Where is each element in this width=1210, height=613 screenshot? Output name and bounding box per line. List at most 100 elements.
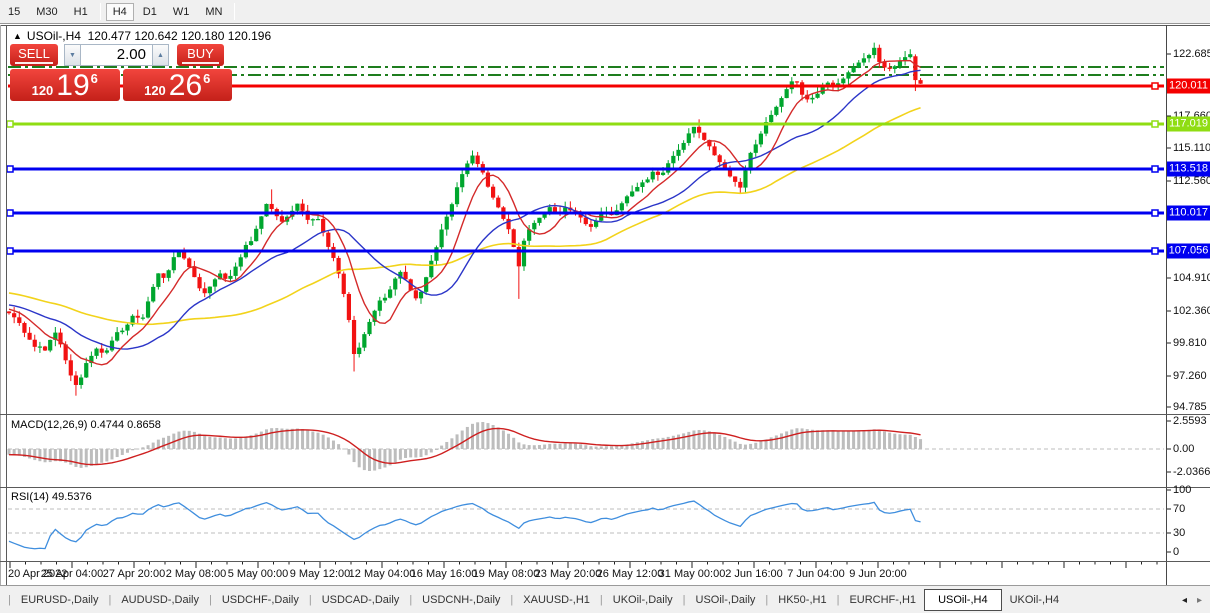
chart-tab-usdcad-daily[interactable]: USDCAD-,Daily	[314, 591, 408, 609]
timeframe-button-h4[interactable]: H4	[106, 3, 134, 21]
tab-divider: |	[407, 594, 414, 606]
volume-input[interactable]: 2.00	[81, 44, 152, 66]
volume-increase-button[interactable]: ▲	[152, 44, 169, 66]
chart-symbol: USOil-,H4	[27, 29, 81, 43]
chart-tab-eurusd-daily[interactable]: EURUSD-,Daily	[13, 591, 107, 609]
rsi-panel-series	[8, 501, 1164, 549]
toolbar-separator	[100, 3, 101, 20]
tab-divider: |	[106, 594, 113, 606]
time-axis-label: 12 May 04:00	[349, 568, 416, 580]
macd-name: MACD(12,26,9)	[11, 419, 87, 431]
sell-price-big: 19	[56, 72, 89, 100]
macd-panel-series	[8, 422, 1165, 471]
buy-button[interactable]: BUY	[177, 44, 224, 66]
timeframe-button-d1[interactable]: D1	[136, 3, 164, 21]
axis-tick-label: 70	[1173, 503, 1185, 515]
tab-divider: |	[598, 594, 605, 606]
axis-tick-label: 0.00	[1173, 443, 1194, 455]
time-axis-label: 2 May 08:00	[166, 568, 227, 580]
time-axis-label: 26 May 12:00	[597, 568, 664, 580]
axis-tick-label: 112.560	[1173, 175, 1210, 187]
axis-tick-label: 94.785	[1173, 401, 1207, 413]
rsi-separator[interactable]	[0, 487, 1210, 488]
chart-tab-usdcnh-daily[interactable]: USDCNH-,Daily	[414, 591, 508, 609]
buy-price-sup: 6	[203, 71, 210, 86]
axis-tick-label: 115.110	[1173, 142, 1210, 154]
axis-tick-label: 97.260	[1173, 370, 1207, 382]
buy-button-label: BUY	[187, 46, 214, 61]
chart-top-border	[0, 25, 1210, 26]
price-line-label: 120.011	[1167, 79, 1210, 94]
timeframe-button-h1[interactable]: H1	[67, 3, 95, 21]
sell-button[interactable]: SELL	[10, 44, 58, 66]
tab-scroll-left-icon[interactable]: ◂	[1182, 595, 1187, 606]
chart-tab-usoil-h4[interactable]: USOil-,H4	[924, 589, 1002, 611]
tab-divider: |	[835, 594, 842, 606]
price-line-label: 113.518	[1167, 162, 1210, 177]
axis-tick-label: 30	[1173, 527, 1185, 539]
axis-tick-label: 0	[1173, 546, 1179, 558]
sell-price-box[interactable]: 120 19 6	[10, 69, 120, 101]
sell-underline	[15, 62, 53, 64]
time-axis-label: 16 May 16:00	[411, 568, 478, 580]
time-axis-label: 2 Jun 16:00	[725, 568, 783, 580]
tab-divider: |	[6, 594, 13, 606]
timeframe-button-15[interactable]: 15	[1, 3, 27, 21]
chart-tab-bar: |EURUSD-,Daily|AUDUSD-,Daily|USDCHF-,Dai…	[0, 585, 1210, 613]
sell-button-label: SELL	[18, 46, 50, 61]
chart-tab-audusd-daily[interactable]: AUDUSD-,Daily	[113, 591, 207, 609]
buy-price-big: 26	[169, 72, 202, 100]
timeframe-button-w1[interactable]: W1	[166, 3, 197, 21]
sell-price-sup: 6	[91, 71, 98, 86]
tab-scroll-right-icon[interactable]: ▸	[1197, 595, 1202, 606]
sell-price-prefix: 120	[32, 83, 54, 98]
chart-tab-ukoil-daily[interactable]: UKOil-,Daily	[605, 591, 681, 609]
rsi-label: RSI(14) 49.5376	[11, 491, 92, 503]
axis-ticks	[10, 54, 1171, 568]
rsi-value: 49.5376	[52, 491, 92, 503]
tab-divider: |	[763, 594, 770, 606]
time-axis-label: 23 May 20:00	[535, 568, 602, 580]
axis-tick-label: 104.910	[1173, 272, 1210, 284]
chart-tab-usoil-daily[interactable]: USOil-,Daily	[688, 591, 764, 609]
price-line-label: 107.056	[1167, 244, 1210, 259]
chart-left-border	[6, 25, 7, 585]
time-axis-label: 19 May 08:00	[473, 568, 540, 580]
tab-divider: |	[681, 594, 688, 606]
tab-divider: |	[307, 594, 314, 606]
macd-label: MACD(12,26,9) 0.4744 0.8658	[11, 419, 161, 431]
chart-tab-xauusd-h1[interactable]: XAUUSD-,H1	[515, 591, 598, 609]
window-left-edge	[0, 25, 1, 585]
axis-tick-label: 99.810	[1173, 337, 1207, 349]
horizontal-level-lines[interactable]	[7, 83, 1164, 254]
buy-price-box[interactable]: 120 26 6	[123, 69, 233, 101]
one-click-trading-panel: SELL ▼ 2.00 ▲ BUY 120 19 6 120 26 6	[10, 44, 232, 101]
rsi-name: RSI(14)	[11, 491, 49, 503]
time-axis-label: 31 May 00:00	[659, 568, 726, 580]
time-axis-label: 5 May 00:00	[228, 568, 289, 580]
chart-tab-usdchf-daily[interactable]: USDCHF-,Daily	[214, 591, 307, 609]
macd-values: 0.4744 0.8658	[90, 419, 160, 431]
tab-divider: |	[207, 594, 214, 606]
buy-underline	[182, 62, 219, 64]
buy-price-prefix: 120	[144, 83, 166, 98]
tab-divider: |	[508, 594, 515, 606]
time-axis-label: 9 May 12:00	[290, 568, 351, 580]
time-axis-label: 7 Jun 04:00	[787, 568, 845, 580]
chart-tab-ukoil-h4[interactable]: UKOil-,H4	[1002, 591, 1068, 609]
volume-decrease-button[interactable]: ▼	[64, 44, 81, 66]
collapse-panel-icon[interactable]: ▲	[13, 31, 22, 41]
mt4-chart-window: 15M30H1 H4D1W1MN ▲ USOil-,H4 120.477 120.6…	[0, 0, 1210, 613]
axis-tick-label: 100	[1173, 484, 1191, 496]
chart-ohlc: 120.477 120.642 120.180 120.196	[88, 29, 272, 43]
axis-tick-label: -2.0366	[1173, 466, 1210, 478]
time-axis-border	[0, 561, 1210, 562]
timeframe-button-m30[interactable]: M30	[29, 3, 64, 21]
chart-tab-hk50-h1[interactable]: HK50-,H1	[770, 591, 834, 609]
chart-tab-eurchf-h1[interactable]: EURCHF-,H1	[841, 591, 924, 609]
timeframe-button-mn[interactable]: MN	[198, 3, 229, 21]
macd-separator[interactable]	[0, 414, 1210, 415]
time-axis-label: 25 Apr 04:00	[41, 568, 103, 580]
time-axis-label: 9 Jun 20:00	[849, 568, 907, 580]
chart-title: ▲ USOil-,H4 120.477 120.642 120.180 120.1…	[13, 29, 271, 43]
